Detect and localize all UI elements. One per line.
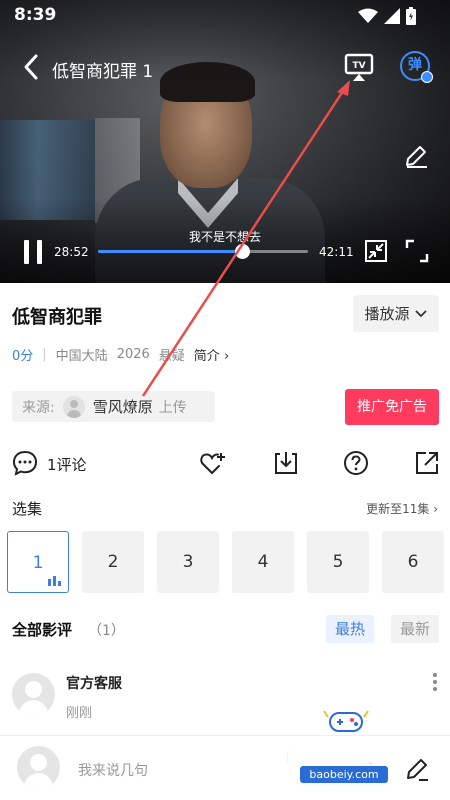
current-time: 28:52 bbox=[54, 245, 89, 259]
svg-text:TV: TV bbox=[352, 61, 365, 71]
uploader-chip[interactable]: 来源: 雪风燎原 上传 bbox=[12, 391, 215, 422]
play-source-label: 播放源 bbox=[364, 305, 410, 323]
chevron-down-icon bbox=[414, 309, 427, 317]
uploader-avatar bbox=[62, 395, 85, 418]
review-item: 官方客服 刚刚 bbox=[0, 665, 450, 735]
episode-number: 2 bbox=[107, 552, 119, 572]
signal-icon bbox=[384, 8, 400, 24]
show-meta: 0分 | 中国大陆 2026 悬疑 简介 › bbox=[12, 345, 229, 364]
heart-plus-icon[interactable] bbox=[199, 449, 227, 477]
episode-list: 1 2 3 4 5 6 bbox=[7, 531, 447, 593]
episodes-update-link[interactable]: 更新至11集 › bbox=[366, 500, 438, 517]
danmu-toggle-button[interactable]: 弹 bbox=[400, 51, 433, 83]
uploader-label: 来源: bbox=[22, 399, 55, 416]
region: 中国大陆 bbox=[55, 349, 108, 364]
episode-item[interactable]: 6 bbox=[382, 531, 444, 593]
episode-number: 4 bbox=[257, 552, 269, 572]
episode-number: 6 bbox=[407, 552, 419, 572]
download-icon[interactable] bbox=[272, 449, 300, 477]
reviews-title: 全部影评 bbox=[12, 621, 73, 639]
episode-item[interactable]: 5 bbox=[307, 531, 369, 593]
danmu-label: 弹 bbox=[408, 57, 422, 73]
chevron-right-icon: › bbox=[223, 349, 230, 364]
score: 0分 bbox=[12, 349, 34, 364]
back-arrow-icon[interactable] bbox=[20, 52, 42, 82]
episode-item[interactable]: 2 bbox=[82, 531, 144, 593]
danmu-status-dot bbox=[421, 71, 433, 83]
episode-number: 1 bbox=[32, 553, 44, 573]
sort-newest-button[interactable]: 最新 bbox=[391, 615, 439, 643]
episode-item[interactable]: 1 bbox=[7, 531, 69, 593]
review-author[interactable]: 官方客服 bbox=[66, 673, 122, 693]
small-window-icon[interactable] bbox=[364, 239, 388, 263]
chevron-right-icon: › bbox=[433, 502, 438, 516]
total-time: 42:11 bbox=[319, 245, 354, 259]
player-top-bar: 低智商犯罪 1 TV 弹 bbox=[0, 48, 450, 88]
intro-link[interactable]: 简介 › bbox=[194, 345, 229, 364]
comment-input[interactable]: 我来说几句 bbox=[78, 760, 148, 780]
more-vertical-icon[interactable] bbox=[430, 673, 440, 693]
progress-knob[interactable] bbox=[234, 244, 250, 259]
cast-tv-icon[interactable]: TV bbox=[343, 52, 375, 82]
playing-bars-icon bbox=[48, 576, 61, 586]
fullscreen-icon[interactable] bbox=[405, 239, 429, 263]
pen-icon[interactable] bbox=[404, 756, 430, 782]
comment-composer: 我来说几句 bbox=[0, 735, 450, 800]
danmu-edit-icon[interactable] bbox=[403, 143, 429, 169]
episode-number: 5 bbox=[332, 552, 344, 572]
review-time: 刚刚 bbox=[66, 706, 93, 721]
player-controls: 28:52 42:11 bbox=[0, 236, 450, 270]
episode-item[interactable]: 4 bbox=[232, 531, 294, 593]
comment-count[interactable]: 1评论 bbox=[47, 454, 87, 475]
status-time: 8:39 bbox=[14, 5, 57, 25]
reviews-count: （1） bbox=[88, 623, 125, 639]
wifi-icon bbox=[358, 8, 378, 23]
promote-ad-free-button[interactable]: 推广免广告 bbox=[345, 389, 439, 425]
avatar bbox=[17, 746, 60, 789]
comment-icon[interactable] bbox=[11, 449, 39, 477]
uploader-suffix: 上传 bbox=[158, 399, 187, 416]
episodes-update-text: 更新至11集 bbox=[366, 502, 430, 516]
action-bar: 1评论 bbox=[0, 445, 450, 481]
battery-icon bbox=[406, 7, 416, 25]
uploader-name: 雪风燎原 bbox=[92, 398, 153, 416]
video-title: 低智商犯罪 1 bbox=[52, 62, 154, 82]
intro-label: 简介 bbox=[193, 349, 220, 364]
status-icons bbox=[358, 7, 416, 25]
show-title: 低智商犯罪 bbox=[12, 307, 102, 328]
status-bar: 8:39 bbox=[0, 0, 450, 32]
episode-item[interactable]: 3 bbox=[157, 531, 219, 593]
help-icon[interactable] bbox=[342, 449, 370, 477]
progress-fill bbox=[98, 250, 242, 253]
year: 2026 bbox=[116, 347, 150, 362]
progress-bar[interactable] bbox=[98, 244, 308, 259]
episode-number: 3 bbox=[182, 552, 194, 572]
share-icon[interactable] bbox=[413, 449, 441, 477]
play-source-button[interactable]: 播放源 bbox=[353, 295, 439, 332]
meta-divider: | bbox=[42, 347, 47, 362]
episodes-label: 选集 bbox=[12, 500, 43, 518]
genre: 悬疑 bbox=[158, 349, 185, 364]
avatar[interactable] bbox=[12, 673, 55, 716]
sort-hottest-button[interactable]: 最热 bbox=[326, 615, 374, 643]
pause-icon[interactable] bbox=[24, 240, 42, 264]
